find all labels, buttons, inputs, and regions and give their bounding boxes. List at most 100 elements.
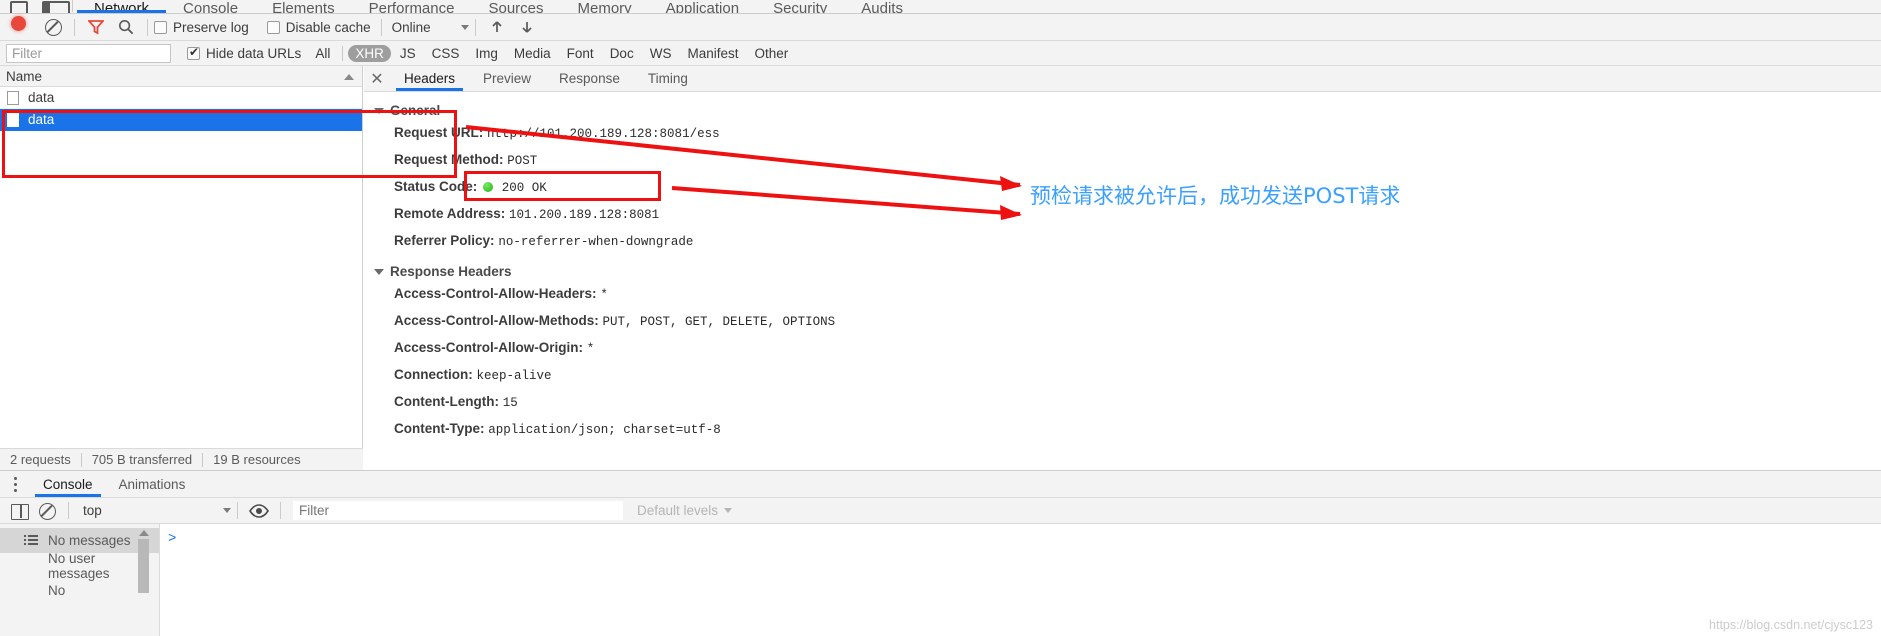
header-key: Content-Type: — [394, 421, 485, 436]
toolbar-divider — [280, 502, 281, 519]
filter-type-css[interactable]: CSS — [425, 45, 467, 62]
header-row-referrer-policy: Referrer Policy: no-referrer-when-downgr… — [394, 233, 1881, 250]
table-row[interactable]: data — [0, 87, 362, 109]
headers-content: General Request URL: http://101.200.189.… — [364, 92, 1881, 438]
sidebar-toggle-icon[interactable] — [6, 500, 32, 522]
scroll-up-icon[interactable] — [138, 530, 149, 536]
inspect-element-icon[interactable] — [0, 0, 34, 13]
console-levels-select[interactable]: Default levels — [637, 503, 733, 518]
request-details-panel: ✕ Headers Preview Response Timing Genera… — [364, 66, 1881, 470]
header-value: 200 OK — [501, 181, 547, 195]
panel-tab-elements[interactable]: Elements — [255, 0, 352, 13]
general-section-title: General — [390, 103, 441, 118]
tab-timing[interactable]: Timing — [634, 66, 702, 91]
throttling-select[interactable]: Online — [392, 20, 469, 35]
filter-type-xhr[interactable]: XHR — [348, 44, 391, 62]
tab-response[interactable]: Response — [545, 66, 634, 91]
live-expression-button[interactable] — [244, 500, 274, 522]
hide-data-urls-label: Hide data URLs — [206, 45, 302, 61]
panel-tab-network[interactable]: Network — [77, 0, 167, 13]
resources-size: 19 B resources — [213, 452, 301, 467]
header-key: Request URL: — [394, 125, 484, 140]
preserve-log-checkbox[interactable]: Preserve log — [154, 20, 249, 35]
request-name: data — [28, 90, 55, 105]
filter-type-font[interactable]: Font — [560, 45, 601, 62]
panel-tab-strip: Network Console Elements Performance Sou… — [0, 0, 1881, 14]
tab-headers[interactable]: Headers — [390, 66, 469, 91]
console-body: No messages No user messages No > — [0, 524, 1881, 636]
drawer-tab-animations[interactable]: Animations — [106, 471, 199, 497]
panel-tab-application[interactable]: Application — [649, 0, 756, 13]
disable-cache-label: Disable cache — [285, 19, 371, 35]
execution-context-select[interactable]: top — [83, 503, 231, 518]
panel-tab-sources[interactable]: Sources — [471, 0, 560, 13]
header-value: 15 — [502, 396, 518, 410]
header-value: * — [586, 342, 595, 356]
general-section-header[interactable]: General — [374, 103, 1881, 118]
filter-type-ws[interactable]: WS — [643, 45, 679, 62]
export-har-button[interactable] — [512, 16, 542, 38]
response-headers-section-header[interactable]: Response Headers — [374, 264, 1881, 279]
upload-arrow-icon — [492, 21, 502, 32]
header-row-request-method: Request Method: POST — [394, 152, 1881, 169]
hide-data-urls-checkbox[interactable]: Hide data URLs — [187, 45, 302, 61]
console-prompt-icon: > — [168, 531, 177, 547]
scrollbar-thumb[interactable] — [138, 539, 149, 593]
panel-tab-security[interactable]: Security — [756, 0, 844, 13]
header-row-content-type: Content-Type: application/json; charset=… — [394, 421, 1881, 438]
console-sidebar-item-errors[interactable]: No — [0, 578, 159, 603]
header-value: POST — [507, 154, 538, 168]
filter-type-js[interactable]: JS — [393, 45, 423, 62]
toolbar-divider — [474, 18, 476, 36]
drawer-tab-strip: Console Animations — [0, 470, 1881, 498]
tab-preview[interactable]: Preview — [469, 66, 545, 91]
filter-type-other[interactable]: Other — [747, 45, 795, 62]
console-sidebar-scrollbar[interactable] — [138, 528, 149, 636]
kebab-menu-icon[interactable] — [0, 471, 30, 497]
console-filter-input[interactable] — [293, 501, 623, 520]
search-icon — [118, 19, 134, 35]
header-row-status-code: Status Code: 200 OK — [394, 179, 1881, 196]
preserve-log-label: Preserve log — [173, 19, 249, 35]
disable-cache-checkbox[interactable]: Disable cache — [266, 19, 371, 35]
filter-type-doc[interactable]: Doc — [603, 45, 641, 62]
header-row-request-url: Request URL: http://101.200.189.128:8081… — [394, 125, 1881, 142]
header-key: Content-Length: — [394, 394, 499, 409]
network-filter-bar: Hide data URLs All XHR JS CSS Img Media … — [0, 41, 1881, 66]
filter-type-all[interactable]: All — [308, 45, 337, 62]
request-list-header[interactable]: Name — [0, 66, 362, 87]
list-icon — [24, 533, 40, 549]
record-dot-icon — [11, 16, 26, 31]
clear-button[interactable] — [38, 16, 68, 38]
network-filter-input[interactable] — [6, 43, 171, 63]
request-list-empty-area — [0, 132, 362, 448]
device-toolbar-icon[interactable] — [34, 0, 70, 13]
filter-button[interactable] — [81, 16, 111, 38]
drawer-tab-console[interactable]: Console — [30, 471, 106, 497]
console-sidebar-item-messages[interactable]: No messages — [0, 528, 159, 553]
panel-tab-audits[interactable]: Audits — [844, 0, 920, 13]
header-row-content-length: Content-Length: 15 — [394, 394, 1881, 411]
record-button[interactable] — [8, 16, 38, 38]
panel-tab-console[interactable]: Console — [166, 0, 255, 13]
console-sidebar-item-user-messages[interactable]: No user messages — [0, 551, 159, 581]
filter-type-img[interactable]: Img — [468, 45, 505, 62]
sort-ascending-icon — [344, 74, 354, 80]
table-row[interactable]: data — [0, 109, 362, 131]
panel-tab-performance[interactable]: Performance — [352, 0, 472, 13]
console-sidebar-label: No messages — [48, 533, 131, 548]
close-icon[interactable]: ✕ — [364, 66, 390, 91]
console-output[interactable]: > — [160, 524, 1881, 636]
header-key: Status Code: — [394, 179, 478, 194]
toolbar-divider — [68, 502, 69, 519]
header-value: PUT, POST, GET, DELETE, OPTIONS — [602, 315, 836, 329]
column-header-name: Name — [6, 69, 43, 84]
panel-tab-memory[interactable]: Memory — [561, 0, 649, 13]
document-icon — [7, 112, 19, 127]
document-icon — [7, 90, 19, 105]
clear-console-button[interactable] — [32, 500, 62, 522]
search-button[interactable] — [111, 16, 141, 38]
filter-type-media[interactable]: Media — [507, 45, 558, 62]
filter-type-manifest[interactable]: Manifest — [680, 45, 745, 62]
import-har-button[interactable] — [482, 16, 512, 38]
